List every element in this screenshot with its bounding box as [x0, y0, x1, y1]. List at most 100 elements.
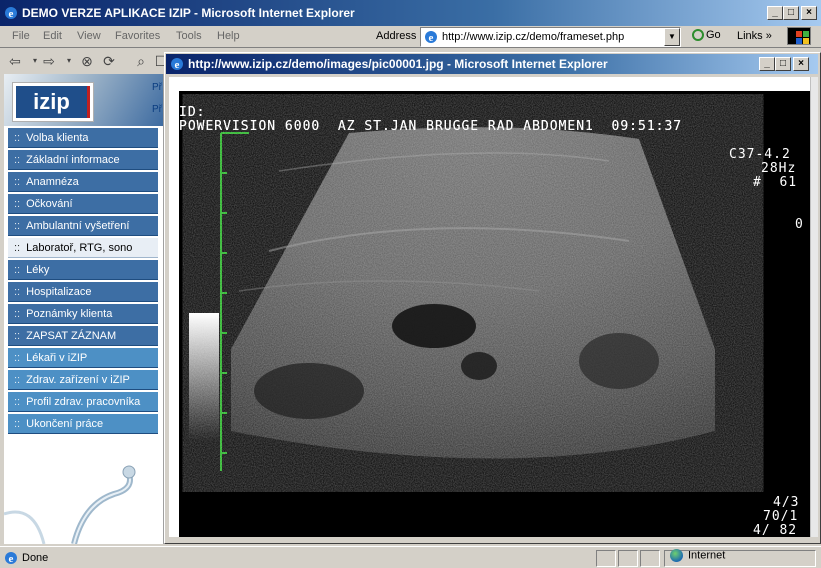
- svg-text:e: e: [9, 553, 14, 565]
- bullet-icon: ::: [14, 308, 21, 320]
- svg-text:e: e: [175, 59, 180, 71]
- go-label: Go: [706, 29, 721, 41]
- address-input[interactable]: e http://www.izip.cz/demo/frameset.php: [420, 27, 681, 47]
- popup-minimize-button[interactable]: _: [759, 57, 775, 71]
- stethoscope-decoration: [4, 465, 136, 544]
- logo-header: izip Př Př: [4, 74, 163, 126]
- sidebar-item-label: Lékaři v iZIP: [26, 352, 88, 364]
- svg-text:e: e: [9, 8, 14, 20]
- sidebar-item-label: Ukončení práce: [26, 418, 104, 430]
- bullet-icon: ::: [14, 396, 21, 408]
- popup-content: ID: POWERVISION 6000 AZ ST.JAN BRUGGE RA…: [169, 77, 810, 537]
- menu-tools[interactable]: Tools: [176, 30, 202, 42]
- image-popup-window[interactable]: e http://www.izip.cz/demo/images/pic0000…: [164, 52, 821, 544]
- sidebar-item-label: Profil zdrav. pracovníka: [26, 396, 141, 408]
- main-title-bar[interactable]: e DEMO VERZE APLIKACE IZIP - Microsoft I…: [0, 0, 821, 26]
- sidebar-item-13[interactable]: :: Ukončení práce: [8, 414, 158, 434]
- sidebar-item-label: Léky: [26, 264, 50, 276]
- sidebar-item-7[interactable]: :: Hospitalizace: [8, 282, 158, 302]
- bullet-icon: ::: [14, 220, 21, 232]
- menu-edit[interactable]: Edit: [43, 30, 62, 42]
- bullet-icon: ::: [14, 154, 21, 166]
- popup-maximize-button[interactable]: □: [775, 57, 791, 71]
- security-zone: Internet: [670, 549, 725, 562]
- sidebar-item-2[interactable]: :: Anamnéza: [8, 172, 158, 192]
- status-text: Done: [22, 552, 49, 564]
- popup-title-bar[interactable]: e http://www.izip.cz/demo/images/pic0000…: [166, 54, 818, 74]
- sidebar-item-label: Anamnéza: [26, 176, 79, 188]
- popup-title: http://www.izip.cz/demo/images/pic00001.…: [188, 57, 608, 71]
- links-label: Links: [737, 30, 763, 42]
- sidebar-nav: :: Volba klienta:: Základní informace:: Ana…: [8, 128, 158, 436]
- bullet-icon: ::: [14, 198, 21, 210]
- left-navigation-frame: izip Př Př :: Volba klienta:: Základní inf…: [4, 74, 164, 544]
- sidebar-item-label: Hospitalizace: [26, 286, 92, 298]
- logo-text: izip: [16, 86, 90, 118]
- ie-page-icon: e: [5, 552, 17, 565]
- ie-icon: e: [171, 58, 183, 71]
- sidebar-item-label: Očkování: [26, 198, 73, 210]
- windows-logo-icon: [787, 27, 811, 45]
- forward-dropdown-icon[interactable]: ▾: [60, 52, 78, 70]
- maximize-button[interactable]: □: [783, 6, 799, 20]
- sidebar-item-label: Volba klienta: [26, 132, 89, 144]
- sidebar-item-12[interactable]: :: Profil zdrav. pracovníka: [8, 392, 158, 412]
- popup-scrollbar[interactable]: [810, 77, 818, 537]
- menu-view[interactable]: View: [77, 30, 101, 42]
- menu-favorites[interactable]: Favorites: [115, 30, 160, 42]
- greyscale-bar: [189, 313, 219, 441]
- ultrasound-scan: [189, 127, 715, 471]
- links-button[interactable]: Links »: [737, 30, 772, 42]
- sidebar-item-3[interactable]: :: Očkování: [8, 194, 158, 214]
- bullet-icon: ::: [14, 264, 21, 276]
- address-value: http://www.izip.cz/demo/frameset.php: [442, 31, 625, 43]
- sidebar-item-5[interactable]: :: Laboratoř, RTG, sono: [8, 238, 158, 258]
- sidebar-item-11[interactable]: :: Zdrav. zařízení v iZIP: [8, 370, 158, 390]
- sidebar-item-10[interactable]: :: Lékaři v iZIP: [8, 348, 158, 368]
- sidebar-item-1[interactable]: :: Základní informace: [8, 150, 158, 170]
- sidebar-item-8[interactable]: :: Poznámky klienta: [8, 304, 158, 324]
- header-text-2: Př: [152, 104, 162, 115]
- refresh-icon[interactable]: ⟳: [100, 52, 118, 70]
- status-pane-1: [596, 550, 616, 567]
- image-id-label-overlay: ID:: [179, 105, 206, 120]
- sidebar-item-label: Ambulantní vyšetření: [26, 220, 130, 232]
- globe-icon: [670, 549, 683, 562]
- ultrasound-image: ID: POWERVISION 6000 AZ ST.JAN BRUGGE RA…: [179, 91, 810, 537]
- svg-text:e: e: [429, 32, 434, 44]
- sidebar-item-9[interactable]: :: ZAPSAT ZÁZNAM: [8, 326, 158, 346]
- sidebar-item-0[interactable]: :: Volba klienta: [8, 128, 158, 148]
- izip-logo[interactable]: izip: [12, 82, 94, 122]
- go-arrow-icon: [692, 29, 704, 42]
- ie-page-icon: e: [425, 31, 437, 44]
- sidebar-item-label: Základní informace: [26, 154, 120, 166]
- search-icon[interactable]: ⌕: [132, 52, 150, 70]
- bullet-icon: ::: [14, 242, 21, 254]
- status-pane-3: [640, 550, 660, 567]
- close-button[interactable]: ×: [801, 6, 817, 20]
- sidebar-item-6[interactable]: :: Léky: [8, 260, 158, 280]
- sidebar-item-4[interactable]: :: Ambulantní vyšetření: [8, 216, 158, 236]
- bullet-icon: ::: [14, 374, 21, 386]
- stop-icon[interactable]: ⊗: [78, 52, 96, 70]
- zone-label: Internet: [688, 549, 726, 562]
- sidebar-item-label: Zdrav. zařízení v iZIP: [26, 374, 130, 386]
- back-arrow-icon[interactable]: ⇦: [6, 52, 24, 70]
- minimize-button[interactable]: _: [767, 6, 783, 20]
- address-dropdown-button[interactable]: ▼: [664, 28, 680, 46]
- popup-close-button[interactable]: ×: [793, 57, 809, 71]
- status-pane-2: [618, 550, 638, 567]
- menu-help[interactable]: Help: [217, 30, 240, 42]
- bullet-icon: ::: [14, 176, 21, 188]
- forward-arrow-icon[interactable]: ⇨: [40, 52, 58, 70]
- bullet-icon: ::: [14, 352, 21, 364]
- bullet-icon: ::: [14, 286, 21, 298]
- sidebar-item-label: ZAPSAT ZÁZNAM: [26, 330, 117, 342]
- sidebar-item-label: Laboratoř, RTG, sono: [26, 242, 133, 254]
- bullet-icon: ::: [14, 418, 21, 430]
- address-label: Address: [376, 30, 417, 42]
- image-header-text-overlay: POWERVISION 6000 AZ ST.JAN BRUGGE RAD AB…: [179, 119, 683, 134]
- window-title: DEMO VERZE APLIKACE IZIP - Microsoft Int…: [22, 6, 355, 20]
- go-button[interactable]: Go: [692, 29, 721, 42]
- menu-file[interactable]: File: [12, 30, 30, 42]
